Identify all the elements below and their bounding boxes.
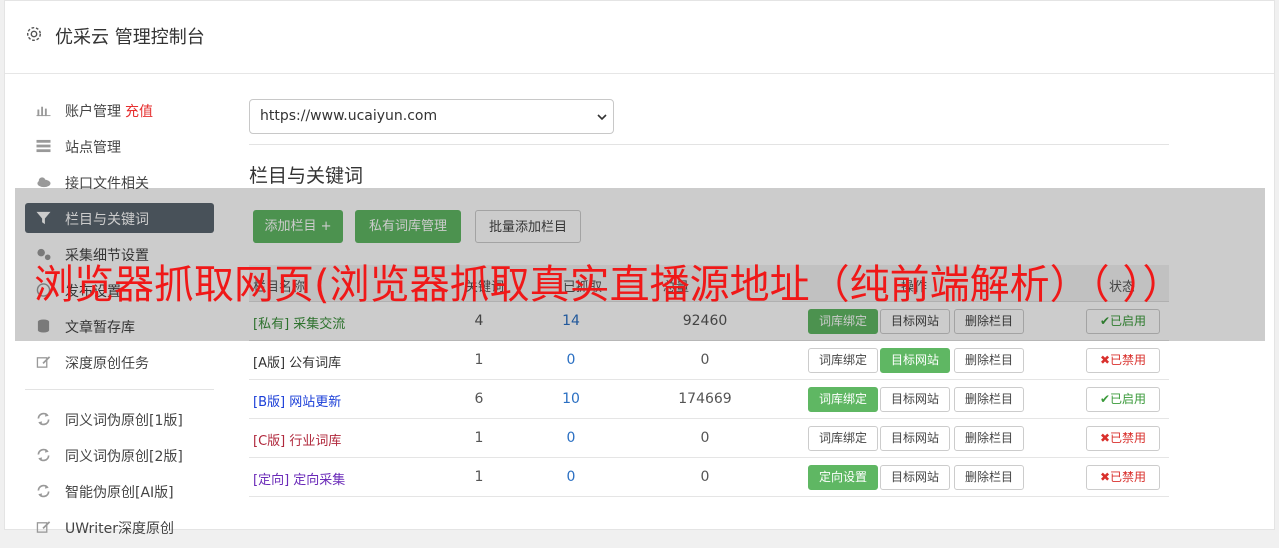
sidebar-item-main-0[interactable]: 账户管理 充值 xyxy=(25,95,214,125)
sidebar-item-tool-3[interactable]: UWriter深度原创 xyxy=(25,512,214,542)
sidebar-item-label: 深度原创任务 xyxy=(65,356,149,372)
table-row: [B版] 网站更新 6 10 174669 词库绑定 目标网站 删除栏目 ✔已启用 xyxy=(249,380,1169,419)
keyword-count: 1 xyxy=(474,352,484,368)
total-count: 0 xyxy=(700,352,710,368)
section-title: 栏目与关键词 xyxy=(249,165,364,187)
sidebar-item-main-7[interactable]: 深度原创任务 xyxy=(25,347,214,377)
column-name-link[interactable]: [A版] 公有词库 xyxy=(253,352,341,371)
delete-column-button[interactable]: 删除栏目 xyxy=(954,348,1024,373)
chevron-down-icon xyxy=(597,114,607,121)
status-toggle-button[interactable]: ✔已启用 xyxy=(1086,387,1160,412)
column-name-link[interactable]: [定向] 定向采集 xyxy=(253,469,345,488)
sidebar-item-tool-2[interactable]: 智能伪原创[AI版] xyxy=(25,476,214,506)
fetched-count[interactable]: 0 xyxy=(541,469,601,485)
edit-icon xyxy=(36,356,51,368)
sidebar-item-label: 同义词伪原创[2版] xyxy=(65,449,183,465)
keyword-count: 1 xyxy=(474,430,484,446)
site-select-value: https://www.ucaiyun.com xyxy=(260,108,438,124)
status-toggle-button[interactable]: ✖已禁用 xyxy=(1086,426,1160,451)
sidebar-item-tool-1[interactable]: 同义词伪原创[2版] xyxy=(25,440,214,470)
target-site-button[interactable]: 目标网站 xyxy=(880,465,950,490)
target-site-button[interactable]: 目标网站 xyxy=(880,348,950,373)
bar-chart-icon xyxy=(36,106,51,117)
recharge-link[interactable]: 充值 xyxy=(125,104,153,120)
sidebar-item-label: 账户管理 充值 xyxy=(65,104,153,120)
status-toggle-button[interactable]: ✖已禁用 xyxy=(1086,465,1160,490)
keyword-count: 1 xyxy=(474,469,484,485)
delete-column-button[interactable]: 删除栏目 xyxy=(954,426,1024,451)
delete-column-button[interactable]: 删除栏目 xyxy=(954,465,1024,490)
table-row: [定向] 定向采集 1 0 0 定向设置 目标网站 删除栏目 ✖已禁用 xyxy=(249,458,1169,497)
bind-lib-button[interactable]: 词库绑定 xyxy=(808,426,878,451)
server-icon xyxy=(36,139,51,153)
table-row: [C版] 行业词库 1 0 0 词库绑定 目标网站 删除栏目 ✖已禁用 xyxy=(249,419,1169,458)
refresh-icon xyxy=(37,412,50,426)
delete-column-button[interactable]: 删除栏目 xyxy=(954,387,1024,412)
total-count: 0 xyxy=(700,469,710,485)
sidebar-divider xyxy=(25,389,214,390)
column-name-link[interactable]: [C版] 行业词库 xyxy=(253,430,341,449)
refresh-icon xyxy=(37,448,50,462)
refresh-icon xyxy=(37,484,50,498)
sidebar-item-tool-0[interactable]: 同义词伪原创[1版] xyxy=(25,404,214,434)
cloud-upload-icon xyxy=(37,177,51,188)
page-title: 优采云 管理控制台 xyxy=(55,27,205,48)
divider xyxy=(249,144,1169,145)
target-site-button[interactable]: 目标网站 xyxy=(880,426,950,451)
total-count: 174669 xyxy=(678,391,732,407)
column-name-link[interactable]: [B版] 网站更新 xyxy=(253,391,341,410)
page-header: 优采云 管理控制台 xyxy=(5,1,1274,74)
fetched-count[interactable]: 0 xyxy=(541,430,601,446)
sidebar-item-label: 站点管理 xyxy=(65,140,121,156)
table-row: [A版] 公有词库 1 0 0 词库绑定 目标网站 删除栏目 ✖已禁用 xyxy=(249,341,1169,380)
bind-lib-button[interactable]: 定向设置 xyxy=(808,465,878,490)
fetched-count[interactable]: 10 xyxy=(541,391,601,407)
sidebar-item-label: 智能伪原创[AI版] xyxy=(65,485,174,501)
status-toggle-button[interactable]: ✖已禁用 xyxy=(1086,348,1160,373)
site-select[interactable]: https://www.ucaiyun.com xyxy=(249,99,614,134)
banner-text: 浏览器抓取网页(浏览器抓取真实直播源地址（纯前端解析）（ ）） xyxy=(34,262,1183,308)
total-count: 0 xyxy=(700,430,710,446)
edit-icon xyxy=(36,521,51,533)
bind-lib-button[interactable]: 词库绑定 xyxy=(808,348,878,373)
sidebar-item-label: 同义词伪原创[1版] xyxy=(65,413,183,429)
sidebar-item-label: UWriter深度原创 xyxy=(65,521,174,537)
fetched-count[interactable]: 0 xyxy=(541,352,601,368)
keyword-count: 6 xyxy=(474,391,484,407)
sidebar-item-main-1[interactable]: 站点管理 xyxy=(25,131,214,161)
target-site-button[interactable]: 目标网站 xyxy=(880,387,950,412)
bind-lib-button[interactable]: 词库绑定 xyxy=(808,387,878,412)
gear-icon xyxy=(26,26,42,42)
